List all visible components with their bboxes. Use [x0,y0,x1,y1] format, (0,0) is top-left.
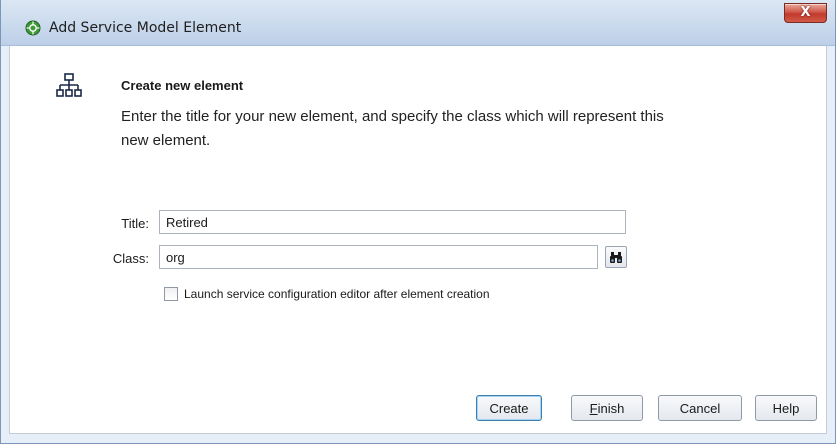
help-button[interactable]: Help [755,395,817,421]
section-heading: Create new element [121,78,244,93]
title-input[interactable] [159,210,626,234]
launch-editor-checkbox[interactable] [164,287,178,301]
title-label: Title: [121,216,149,231]
title-bar[interactable]: Add Service Model Element X [1,0,835,46]
instructions-text: Enter the title for your new element, an… [121,108,664,149]
dialog-window: Add Service Model Element X Create new e… [0,0,836,444]
binoculars-icon [610,252,622,263]
launch-editor-option[interactable]: Launch service configuration editor afte… [164,287,490,301]
cancel-button[interactable]: Cancel [658,395,742,421]
cancel-button-label: Cancel [679,400,721,416]
app-icon [25,20,41,36]
hierarchy-tree-icon [56,73,82,97]
class-input[interactable] [159,245,598,269]
finish-button-label: inish [597,400,625,416]
finish-button[interactable]: Finish [571,395,643,421]
close-button[interactable]: X [784,3,827,23]
window-title: Add Service Model Element [49,20,242,36]
create-button[interactable]: Create [476,395,542,421]
class-label: Class: [112,251,149,266]
finish-mnemonic: F [589,400,598,416]
help-button-label: Help [772,400,800,416]
create-button-label: Create [489,400,529,416]
class-search-button[interactable] [605,246,627,268]
close-icon: X [800,5,811,20]
launch-editor-label: Launch service configuration editor afte… [184,287,490,301]
